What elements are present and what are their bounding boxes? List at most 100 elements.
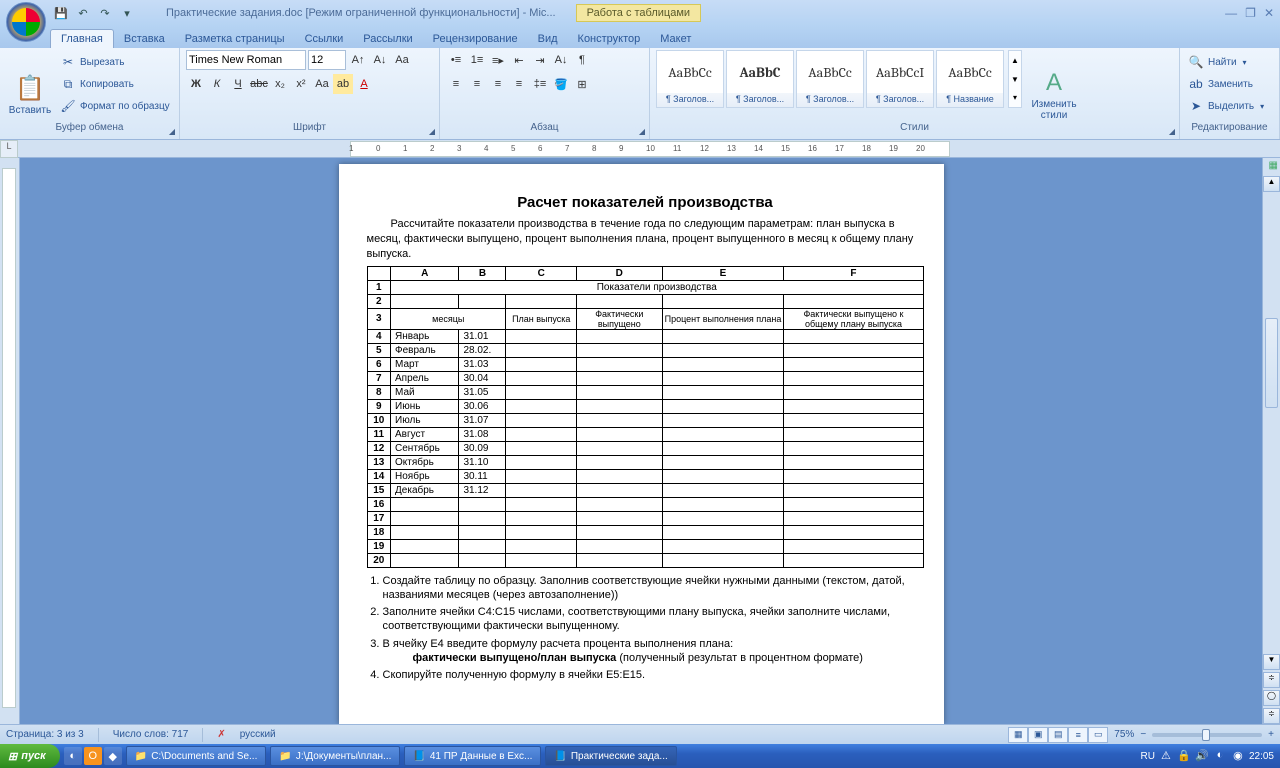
change-case-icon[interactable]: Aa xyxy=(312,74,332,94)
zoom-level[interactable]: 75% xyxy=(1114,729,1134,740)
browse-object-icon[interactable]: ◯ xyxy=(1263,690,1280,706)
tab-4[interactable]: Рассылки xyxy=(353,30,422,48)
prev-page-icon[interactable]: ≑ xyxy=(1263,672,1280,688)
tray-icon[interactable]: 🔊 xyxy=(1195,749,1209,763)
maximize-icon[interactable]: ❐ xyxy=(1245,6,1256,20)
tray-clock[interactable]: 22:05 xyxy=(1249,751,1274,762)
style-item-0[interactable]: AaBbCc¶ Заголов... xyxy=(656,50,724,108)
zoom-slider[interactable] xyxy=(1152,733,1262,737)
vertical-ruler[interactable] xyxy=(0,158,20,724)
bold-icon[interactable]: Ж xyxy=(186,74,206,94)
web-layout-icon[interactable]: ▤ xyxy=(1048,727,1068,743)
tab-3[interactable]: Ссылки xyxy=(295,30,354,48)
font-name-select[interactable] xyxy=(186,50,306,70)
bullets-icon[interactable]: •≡ xyxy=(446,50,466,70)
print-layout-icon[interactable]: ▦ xyxy=(1008,727,1028,743)
format-painter-button[interactable]: 🖌Формат по образцу xyxy=(58,96,172,116)
taskbar-task-0[interactable]: 📁C:\Documents and Se... xyxy=(126,746,267,766)
status-proofing-icon[interactable]: ✗ xyxy=(217,729,225,740)
style-item-2[interactable]: AaBbCc¶ Заголов... xyxy=(796,50,864,108)
styles-scroll[interactable]: ▲▼▾ xyxy=(1008,50,1022,108)
tray-lang[interactable]: RU xyxy=(1141,751,1155,762)
paragraph-launcher-icon[interactable]: ◢ xyxy=(639,127,645,136)
tab-5[interactable]: Рецензирование xyxy=(423,30,528,48)
style-item-4[interactable]: AaBbCc¶ Название xyxy=(936,50,1004,108)
scroll-thumb[interactable] xyxy=(1265,318,1278,408)
tray-icon[interactable]: ◉ xyxy=(1231,749,1245,763)
line-spacing-icon[interactable]: ‡≡ xyxy=(530,74,550,94)
shrink-font-icon[interactable]: A↓ xyxy=(370,50,390,70)
tab-6[interactable]: Вид xyxy=(528,30,568,48)
font-color-icon[interactable]: A xyxy=(354,74,374,94)
style-item-3[interactable]: AaBbCcI¶ Заголов... xyxy=(866,50,934,108)
tab-0[interactable]: Главная xyxy=(50,29,114,48)
tray-icon[interactable]: ⚠ xyxy=(1159,749,1173,763)
indent-inc-icon[interactable]: ⇥ xyxy=(530,50,550,70)
fullscreen-reading-icon[interactable]: ▣ xyxy=(1028,727,1048,743)
status-language[interactable]: русский xyxy=(240,729,276,740)
sort-icon[interactable]: A↓ xyxy=(551,50,571,70)
zoom-out-icon[interactable]: − xyxy=(1140,729,1146,740)
status-page[interactable]: Страница: 3 из 3 xyxy=(6,729,84,740)
horizontal-ruler[interactable]: 101234567891011121314151617181920 xyxy=(350,141,950,157)
redo-icon[interactable]: ↷ xyxy=(96,4,114,22)
font-size-select[interactable] xyxy=(308,50,346,70)
align-left-icon[interactable]: ≡ xyxy=(446,74,466,94)
taskbar-task-2[interactable]: 📘41 ПР Данные в Exc... xyxy=(404,746,541,766)
app-icon-2[interactable]: ◆ xyxy=(104,747,122,765)
ruler-corner[interactable]: L xyxy=(0,140,18,158)
tab-8[interactable]: Макет xyxy=(650,30,701,48)
italic-icon[interactable]: К xyxy=(207,74,227,94)
close-icon[interactable]: ✕ xyxy=(1264,6,1274,20)
minimize-icon[interactable]: — xyxy=(1225,6,1237,20)
numbering-icon[interactable]: 1≡ xyxy=(467,50,487,70)
show-marks-icon[interactable]: ¶ xyxy=(572,50,592,70)
start-button[interactable]: ⊞пуск xyxy=(0,744,60,768)
subscript-icon[interactable]: x₂ xyxy=(270,74,290,94)
scroll-up-icon[interactable]: ▲ xyxy=(1263,176,1280,192)
save-icon[interactable]: 💾 xyxy=(52,4,70,22)
clear-formatting-icon[interactable]: Aa xyxy=(392,50,412,70)
taskbar-task-1[interactable]: 📁J:\Документы\план... xyxy=(270,746,400,766)
align-right-icon[interactable]: ≡ xyxy=(488,74,508,94)
underline-icon[interactable]: Ч xyxy=(228,74,248,94)
zoom-in-icon[interactable]: + xyxy=(1268,729,1274,740)
document-canvas[interactable]: Расчет показателей производства Рассчита… xyxy=(20,158,1262,724)
ruler-toggle-icon[interactable]: ▦ xyxy=(1269,160,1278,171)
replace-button[interactable]: abЗаменить xyxy=(1186,74,1266,94)
font-launcher-icon[interactable]: ◢ xyxy=(429,127,435,136)
undo-icon[interactable]: ↶ xyxy=(74,4,92,22)
find-button[interactable]: 🔍Найти▾ xyxy=(1186,52,1266,72)
cut-button[interactable]: ✂Вырезать xyxy=(58,52,172,72)
strike-icon[interactable]: abc xyxy=(249,74,269,94)
multilevel-icon[interactable]: ≡▸ xyxy=(488,50,508,70)
next-page-icon[interactable]: ≑ xyxy=(1263,708,1280,724)
status-words[interactable]: Число слов: 717 xyxy=(113,729,189,740)
grow-font-icon[interactable]: A↑ xyxy=(348,50,368,70)
borders-icon[interactable]: ⊞ xyxy=(572,74,592,94)
indent-dec-icon[interactable]: ⇤ xyxy=(509,50,529,70)
select-button[interactable]: ➤Выделить▾ xyxy=(1186,96,1266,116)
qat-customize-icon[interactable]: ▾ xyxy=(118,4,136,22)
highlight-icon[interactable]: ab xyxy=(333,74,353,94)
align-center-icon[interactable]: ≡ xyxy=(467,74,487,94)
tray-icon[interactable]: 🔒 xyxy=(1177,749,1191,763)
copy-button[interactable]: ⧉Копировать xyxy=(58,74,172,94)
chrome-icon[interactable]: ◐ xyxy=(64,747,82,765)
draft-icon[interactable]: ▭ xyxy=(1088,727,1108,743)
tab-2[interactable]: Разметка страницы xyxy=(175,30,295,48)
office-button[interactable] xyxy=(6,2,46,42)
app-icon[interactable]: O xyxy=(84,747,102,765)
tab-1[interactable]: Вставка xyxy=(114,30,175,48)
justify-icon[interactable]: ≡ xyxy=(509,74,529,94)
taskbar-task-3[interactable]: 📘Практические зада... xyxy=(545,746,676,766)
style-item-1[interactable]: AaBbC¶ Заголов... xyxy=(726,50,794,108)
tray-icon[interactable]: ◐ xyxy=(1213,749,1227,763)
scroll-down-icon[interactable]: ▼ xyxy=(1263,654,1280,670)
vertical-scrollbar[interactable]: ▦ ▲ ▼ ≑ ◯ ≑ xyxy=(1262,158,1280,724)
outline-icon[interactable]: ≡ xyxy=(1068,727,1088,743)
superscript-icon[interactable]: x² xyxy=(291,74,311,94)
styles-launcher-icon[interactable]: ◢ xyxy=(1169,127,1175,136)
tab-7[interactable]: Конструктор xyxy=(568,30,651,48)
shading-icon[interactable]: 🪣 xyxy=(551,74,571,94)
